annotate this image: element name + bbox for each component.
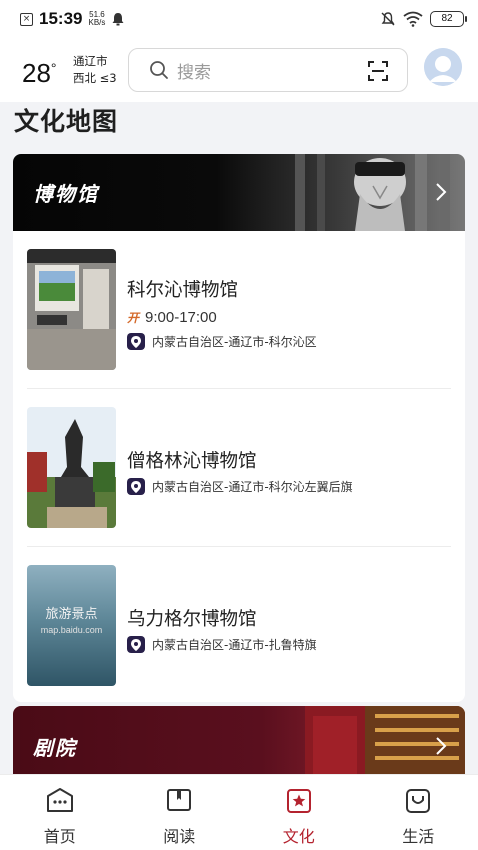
content-area: 文化地图 博物馆 科尔沁博物馆 开 9:00-17:00 内蒙古自治区-通辽市-… bbox=[0, 102, 478, 774]
temperature-unit: ° bbox=[50, 60, 57, 76]
home-icon bbox=[46, 788, 73, 812]
wifi-icon bbox=[403, 11, 423, 27]
museum-list-item[interactable]: 僧格林沁博物馆 内蒙古自治区-通辽市-科尔沁左翼后旗 bbox=[13, 389, 465, 547]
nav-culture[interactable]: 文化 bbox=[239, 775, 359, 850]
temperature-value: 28 bbox=[22, 58, 51, 88]
status-bar: × 15:39 51.6 KB/s 82 bbox=[0, 0, 478, 38]
thumb-placeholder-text: 旅游景点 bbox=[45, 607, 98, 622]
chevron-right-icon bbox=[436, 183, 447, 201]
weather-location[interactable]: 通辽市 西北 ≤3 bbox=[73, 53, 117, 87]
search-input[interactable]: 搜索 bbox=[128, 48, 408, 92]
museum-address: 内蒙古自治区-通辽市-扎鲁特旗 bbox=[127, 636, 317, 653]
museum-card: 博物馆 科尔沁博物馆 开 9:00-17:00 内蒙古自治区-通辽市-科尔沁区 … bbox=[13, 154, 465, 702]
location-pin-icon bbox=[127, 478, 145, 495]
search-placeholder: 搜索 bbox=[177, 62, 211, 83]
book-icon bbox=[167, 789, 192, 811]
user-avatar-icon bbox=[424, 48, 462, 86]
life-icon bbox=[406, 789, 431, 813]
culture-star-icon bbox=[286, 789, 311, 813]
nav-home[interactable]: 首页 bbox=[0, 775, 120, 850]
avatar[interactable] bbox=[424, 48, 462, 86]
nav-culture-label: 文化 bbox=[282, 827, 315, 846]
museum-list-item[interactable]: 科尔沁博物馆 开 9:00-17:00 内蒙古自治区-通辽市-科尔沁区 bbox=[13, 231, 465, 389]
nav-read-label: 阅读 bbox=[163, 827, 196, 846]
theater-card[interactable]: 剧院 bbox=[13, 706, 465, 774]
museum-name: 科尔沁博物馆 bbox=[127, 280, 239, 301]
section-title: 文化地图 bbox=[14, 107, 119, 136]
search-icon bbox=[150, 61, 168, 79]
app-header: 28° 通辽市 西北 ≤3 搜索 bbox=[0, 38, 478, 102]
bottom-navigation: 首页 阅读 文化 生活 bbox=[0, 774, 478, 850]
nav-read[interactable]: 阅读 bbox=[120, 775, 240, 850]
nav-life[interactable]: 生活 bbox=[359, 775, 478, 850]
museum-photo: 旅游景点 map.baidu.com bbox=[27, 565, 116, 686]
address-text: 内蒙古自治区-通辽市-科尔沁左翼后旗 bbox=[152, 480, 353, 494]
museum-photo bbox=[27, 407, 116, 528]
museum-name: 僧格林沁博物馆 bbox=[127, 451, 257, 472]
mute-bell-icon bbox=[381, 12, 395, 26]
museum-list-item[interactable]: 旅游景点 map.baidu.com 乌力格尔博物馆 内蒙古自治区-通辽市-扎鲁… bbox=[13, 547, 465, 702]
address-text: 内蒙古自治区-通辽市-扎鲁特旗 bbox=[152, 638, 317, 652]
museum-banner[interactable]: 博物馆 bbox=[13, 154, 465, 231]
notification-icon bbox=[112, 13, 124, 26]
chevron-right-icon bbox=[436, 737, 447, 755]
hours-text: 9:00-17:00 bbox=[145, 309, 217, 326]
network-speed: 51.6 KB/s bbox=[88, 11, 105, 27]
nav-home-label: 首页 bbox=[43, 827, 76, 846]
location-pin-icon bbox=[127, 333, 145, 350]
scan-icon[interactable] bbox=[367, 60, 389, 82]
weather-temperature[interactable]: 28° bbox=[22, 58, 57, 89]
theater-banner-title: 剧院 bbox=[33, 736, 77, 760]
museum-address: 内蒙古自治区-通辽市-科尔沁区 bbox=[127, 333, 317, 350]
thumb-placeholder-subtext: map.baidu.com bbox=[40, 625, 103, 635]
network-speed-unit: KB/s bbox=[88, 18, 106, 27]
opening-hours: 开 9:00-17:00 bbox=[127, 309, 217, 326]
address-text: 内蒙古自治区-通辽市-科尔沁区 bbox=[152, 335, 317, 349]
open-badge: 开 bbox=[127, 311, 140, 325]
nav-life-label: 生活 bbox=[402, 827, 435, 846]
museum-banner-title: 博物馆 bbox=[33, 182, 99, 206]
weather-city: 通辽市 bbox=[73, 54, 108, 68]
museum-address: 内蒙古自治区-通辽市-科尔沁左翼后旗 bbox=[127, 478, 353, 495]
location-pin-icon bbox=[127, 636, 145, 653]
notification-x-icon: × bbox=[20, 12, 33, 26]
battery-indicator: 82 bbox=[430, 11, 467, 27]
weather-wind: 西北 ≤3 bbox=[73, 71, 117, 85]
museum-photo bbox=[27, 249, 116, 370]
museum-name: 乌力格尔博物馆 bbox=[127, 609, 257, 630]
status-time: 15:39 bbox=[39, 9, 83, 28]
